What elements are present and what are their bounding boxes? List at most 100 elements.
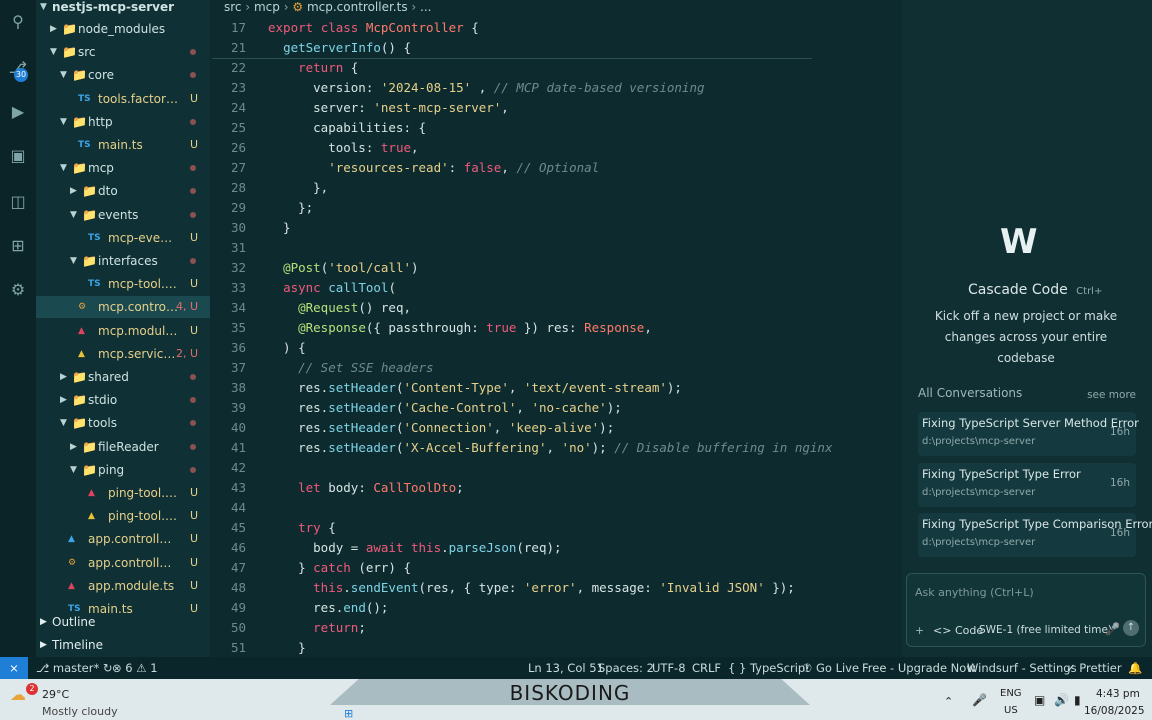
- microphone-icon[interactable]: 🎤: [1105, 622, 1120, 636]
- code-line[interactable]: 17 export class McpController {: [212, 18, 812, 38]
- code-line[interactable]: 24 server: 'nest-mcp-server',: [212, 98, 812, 118]
- tree-folder[interactable]: ▼ 📁 interfaces: [36, 250, 210, 272]
- code-line[interactable]: 48 this.sendEvent(res, { type: 'error', …: [212, 578, 812, 598]
- go-live[interactable]: ☉ Go Live: [802, 657, 859, 679]
- tree-file[interactable]: ▲ ping-tool.mod... U: [36, 482, 210, 504]
- code-line[interactable]: 43 let body: CallToolDto;: [212, 478, 812, 498]
- chat-input-box[interactable]: Ask anything (Ctrl+L) + <> Code SWE-1 (f…: [906, 573, 1146, 647]
- code-line[interactable]: 45 try {: [212, 518, 812, 538]
- code-line[interactable]: 36 ) {: [212, 338, 812, 358]
- tree-file[interactable]: TS mcp-event.ts U: [36, 227, 210, 249]
- code-line[interactable]: 32 @Post('tool/call'): [212, 258, 812, 278]
- problems-indicator[interactable]: ⊗ 6 ⚠ 1: [112, 657, 158, 679]
- code-line[interactable]: 26 tools: true,: [212, 138, 812, 158]
- code-line[interactable]: 34 @Request() req,: [212, 298, 812, 318]
- tree-folder[interactable]: ▼ 📁 src: [36, 41, 210, 63]
- tree-root[interactable]: ▼ nestjs-mcp-server: [36, 0, 210, 18]
- encoding[interactable]: UTF-8: [652, 657, 686, 679]
- tree-folder[interactable]: ▼ 📁 tools: [36, 412, 210, 434]
- code-line[interactable]: 25 capabilities: {: [212, 118, 812, 138]
- tree-file[interactable]: ⚙ mcp.controller...4, U: [36, 296, 210, 319]
- branch-indicator[interactable]: ⎇ master* ↻: [36, 657, 113, 679]
- code-line[interactable]: 31: [212, 238, 812, 258]
- tree-file[interactable]: TS main.ts U: [36, 134, 210, 156]
- tree-file[interactable]: ▲ app.module.ts U: [36, 575, 210, 597]
- extensions-icon[interactable]: ▣: [8, 146, 28, 166]
- tree-folder[interactable]: ▼ 📁 mcp: [36, 157, 210, 179]
- windsurf-icon[interactable]: ⚙: [8, 280, 28, 300]
- bell-icon[interactable]: 🔔: [1128, 657, 1142, 679]
- code-line[interactable]: 21 getServerInfo() {: [212, 38, 812, 58]
- chat-input[interactable]: Ask anything (Ctrl+L): [915, 586, 1034, 599]
- code-line[interactable]: 37 // Set SSE headers: [212, 358, 812, 378]
- conversation-item[interactable]: Fixing TypeScript Type Error d:\projects…: [918, 462, 1136, 507]
- plus-icon[interactable]: +: [915, 624, 924, 637]
- send-icon[interactable]: ↑: [1123, 620, 1139, 636]
- code-line[interactable]: 49 res.end();: [212, 598, 812, 618]
- tree-folder[interactable]: ▶ 📁 fileReader: [36, 436, 210, 458]
- tree-file[interactable]: ▲ mcp.module.ts U: [36, 320, 210, 342]
- conversation-item[interactable]: Fixing TypeScript Server Method Error d:…: [918, 412, 1139, 456]
- tree-file[interactable]: ▲ mcp.service.ts 2, U: [36, 343, 210, 365]
- line-ending[interactable]: CRLF: [692, 657, 721, 679]
- code-line[interactable]: 30 }: [212, 218, 812, 238]
- outline-section[interactable]: ▶ Outline: [36, 611, 210, 633]
- weather-icon[interactable]: ☁: [10, 685, 26, 704]
- upgrade-link[interactable]: Free - Upgrade Now: [862, 657, 976, 679]
- code-line[interactable]: 22 return {: [212, 58, 812, 78]
- testing-icon[interactable]: ⊞: [8, 236, 28, 256]
- code-line[interactable]: 28 },: [212, 178, 812, 198]
- code-line[interactable]: 46 body = await this.parseJson(req);: [212, 538, 812, 558]
- lang-top[interactable]: ENG: [1000, 688, 1022, 699]
- code-line[interactable]: 38 res.setHeader('Content-Type', 'text/e…: [212, 378, 812, 398]
- battery-icon[interactable]: ▮: [1074, 693, 1081, 707]
- code-line[interactable]: 51 }: [212, 638, 812, 658]
- code-line[interactable]: 50 return;: [212, 618, 812, 638]
- code-line[interactable]: 41 res.setHeader('X-Accel-Buffering', 'n…: [212, 438, 833, 458]
- code-line[interactable]: 44: [212, 498, 812, 518]
- model-selector[interactable]: SWE-1 (free limited time): [979, 624, 1112, 636]
- microphone-icon[interactable]: 🎤: [972, 693, 987, 707]
- language-mode[interactable]: { } TypeScript: [728, 657, 810, 679]
- code-line[interactable]: 35 @Response({ passthrough: true }) res:…: [212, 318, 812, 338]
- tree-folder[interactable]: ▼ 📁 http: [36, 111, 210, 133]
- code-line[interactable]: 33 async callTool(: [212, 278, 812, 298]
- windsurf-settings[interactable]: Windsurf - Settings: [967, 657, 1077, 679]
- chevron-up-icon[interactable]: ⌃: [944, 695, 953, 708]
- clock-time[interactable]: 4:43 pm: [1096, 688, 1140, 700]
- tree-file[interactable]: ▲ app.controller.spe... U: [36, 528, 210, 550]
- see-more-link[interactable]: see more: [1087, 389, 1136, 401]
- breadcrumb-item[interactable]: mcp: [254, 0, 280, 14]
- code-line[interactable]: 39 res.setHeader('Cache-Control', 'no-ca…: [212, 398, 812, 418]
- weather-temp[interactable]: 29°C: [42, 688, 69, 701]
- search-icon[interactable]: ⚲: [8, 12, 28, 32]
- tree-file[interactable]: ⚙ app.controller.ts U: [36, 552, 210, 574]
- indentation[interactable]: Spaces: 2: [598, 657, 654, 679]
- run-debug-icon[interactable]: ▶: [8, 102, 28, 122]
- code-line[interactable]: 40 res.setHeader('Connection', 'keep-ali…: [212, 418, 812, 438]
- code-editor[interactable]: src › mcp › ⚙ mcp.controller.ts › ... 17…: [212, 0, 1104, 658]
- breadcrumb-item[interactable]: mcp.controller.ts: [307, 0, 408, 14]
- breadcrumb-item[interactable]: src: [224, 0, 242, 14]
- code-line[interactable]: 42: [212, 458, 812, 478]
- conversation-item[interactable]: Fixing TypeScript Type Comparison Error …: [918, 513, 1152, 557]
- mode-selector[interactable]: <> Code: [933, 624, 983, 637]
- tree-file[interactable]: ▲ ping-tool.servic... U: [36, 505, 210, 527]
- timeline-section[interactable]: ▶ Timeline: [36, 634, 210, 656]
- tree-folder[interactable]: ▶ 📁 node_modules: [36, 18, 210, 40]
- code-line[interactable]: 27 'resources-read': false, // Optional: [212, 158, 812, 178]
- tree-folder[interactable]: ▼ 📁 core: [36, 64, 210, 86]
- prettier[interactable]: ✓ Prettier: [1066, 657, 1122, 679]
- code-line[interactable]: 23 version: '2024-08-15' , // MCP date-b…: [212, 78, 812, 98]
- windows-start-icon[interactable]: ⊞: [344, 707, 353, 720]
- breadcrumb-item[interactable]: ...: [420, 0, 431, 14]
- code-line[interactable]: 47 } catch (err) {: [212, 558, 812, 578]
- tree-folder[interactable]: ▶ 📁 dto: [36, 180, 210, 202]
- code-line[interactable]: 29 };: [212, 198, 812, 218]
- cursor-position[interactable]: Ln 13, Col 51: [528, 657, 604, 679]
- network-icon[interactable]: ▣: [1034, 693, 1045, 707]
- tree-folder[interactable]: ▼ 📁 events: [36, 204, 210, 226]
- tree-file[interactable]: TS tools.factory.ts U: [36, 88, 210, 110]
- tree-folder[interactable]: ▼ 📁 ping: [36, 459, 210, 481]
- remote-explorer-icon[interactable]: ◫: [8, 192, 28, 212]
